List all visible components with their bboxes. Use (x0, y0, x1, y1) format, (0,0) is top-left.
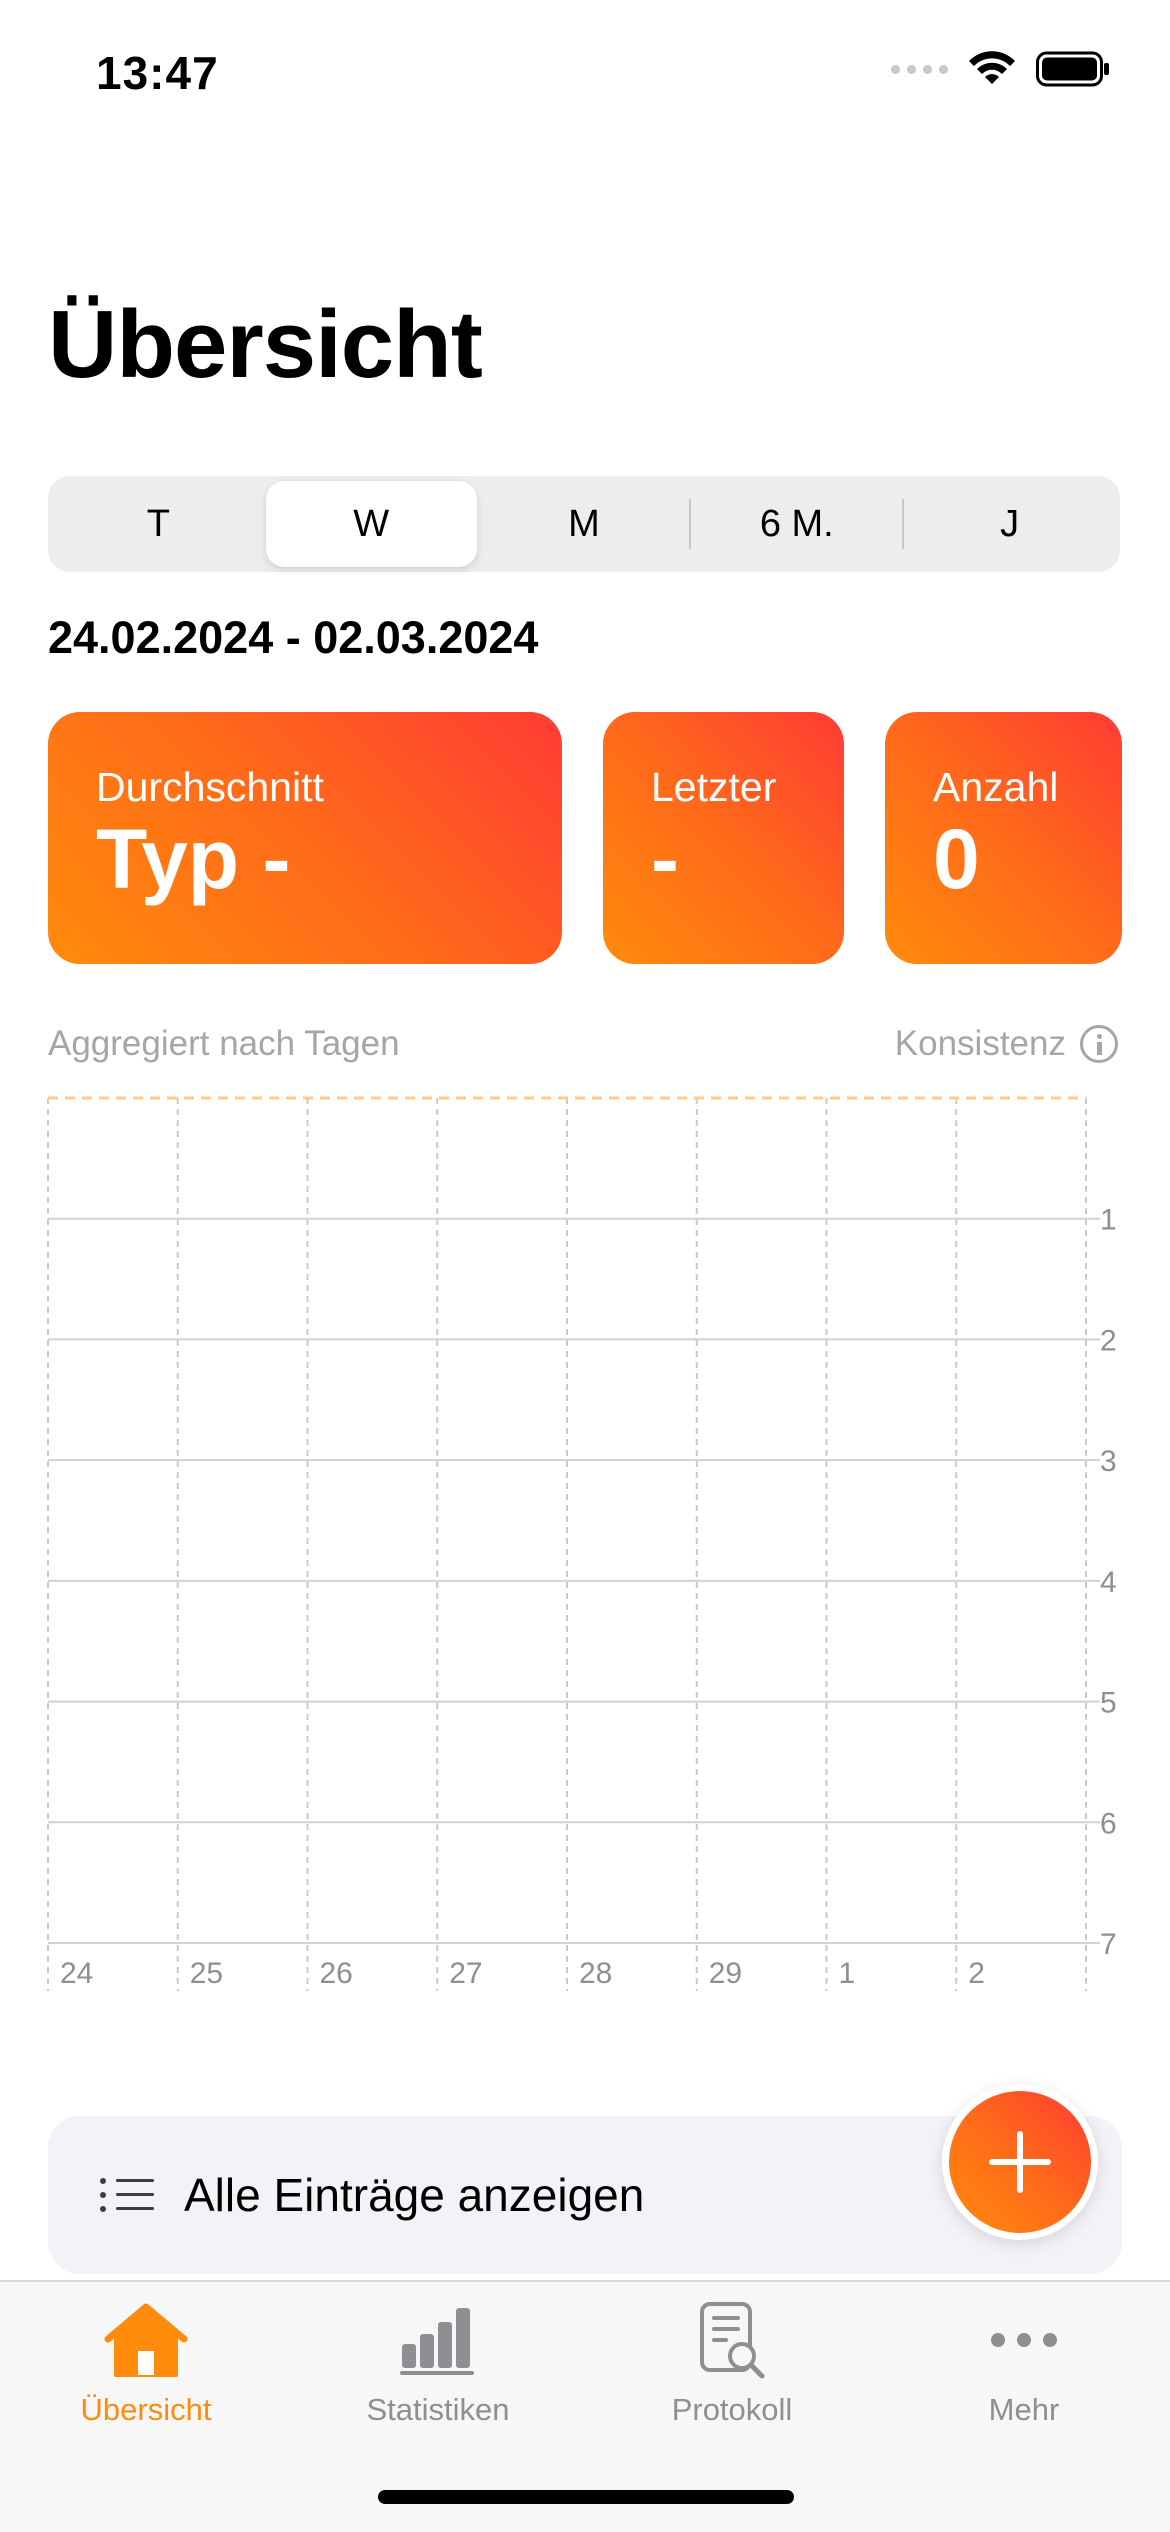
tab-statistics[interactable]: Statistiken (328, 2298, 548, 2428)
bar-chart-icon (393, 2298, 483, 2382)
tab-more[interactable]: Mehr (914, 2298, 1134, 2428)
list-icon (100, 2176, 154, 2214)
segment-six-months[interactable]: 6 M. (691, 481, 902, 567)
count-card[interactable]: Anzahl 0 (885, 712, 1122, 964)
date-range: 24.02.2024 - 02.03.2024 (48, 612, 539, 663)
plus-icon (949, 2091, 1091, 2233)
more-icon (979, 2298, 1069, 2382)
segment-label: W (353, 502, 390, 545)
segment-label: M (568, 502, 600, 545)
average-label: Durchschnitt (96, 764, 324, 810)
count-value: 0 (933, 812, 980, 906)
y-tick-label: 6 (1100, 1807, 1117, 1840)
average-value: Typ - (96, 812, 291, 906)
chart-svg: 1 2 3 4 5 6 7 24 25 26 27 28 29 1 2 (47, 1096, 1117, 1991)
tab-label: Mehr (988, 2392, 1060, 2427)
segment-label: 6 M. (759, 502, 834, 545)
y-tick-label: 5 (1100, 1687, 1117, 1720)
consistency-label: Konsistenz (894, 1024, 1066, 1063)
segment-label: T (146, 502, 170, 545)
last-entry-value: - (651, 812, 679, 906)
consistency-button[interactable]: Konsistenz (895, 1024, 1118, 1064)
last-entry-label: Letzter (651, 764, 777, 810)
x-tick-label: 24 (60, 1957, 93, 1990)
info-icon (1080, 1025, 1118, 1063)
cellular-signal-icon (891, 64, 948, 74)
status-indicators (891, 50, 1110, 88)
y-tick-label: 2 (1100, 1324, 1117, 1357)
status-time: 13:47 (96, 47, 219, 99)
segment-week[interactable]: W (265, 481, 477, 567)
average-card[interactable]: Durchschnitt Typ - (48, 712, 562, 964)
last-entry-card[interactable]: Letzter - (603, 712, 844, 964)
segment-month[interactable]: M (479, 481, 690, 567)
x-tick-label: 29 (709, 1957, 742, 1990)
chart-caption: Aggregiert nach Tagen (48, 1024, 400, 1063)
page-title: Übersicht (48, 291, 483, 398)
x-tick-label: 1 (839, 1957, 856, 1990)
segment-label: J (1000, 502, 1020, 545)
segment-day[interactable]: T (53, 481, 264, 567)
count-label: Anzahl (933, 764, 1059, 810)
y-tick-label: 3 (1100, 1445, 1117, 1478)
y-tick-label: 1 (1100, 1204, 1117, 1237)
segment-year[interactable]: J (904, 481, 1115, 567)
add-entry-button[interactable] (942, 2084, 1098, 2240)
x-tick-label: 25 (190, 1957, 223, 1990)
x-tick-label: 28 (579, 1957, 612, 1990)
y-tick-label: 7 (1100, 1928, 1117, 1961)
tab-overview[interactable]: Übersicht (36, 2298, 256, 2428)
show-all-label: Alle Einträge anzeigen (184, 2169, 645, 2221)
screen: 13:47 Übersicht T W M 6 M. J 24.02.2024 … (0, 0, 1170, 2532)
tab-label: Protokoll (671, 2392, 793, 2427)
tab-log[interactable]: Protokoll (622, 2298, 842, 2428)
wifi-icon (969, 51, 1015, 84)
house-icon (101, 2298, 191, 2382)
chart: 1 2 3 4 5 6 7 24 25 26 27 28 29 1 2 (0, 1090, 1170, 2010)
document-search-icon (687, 2298, 777, 2382)
battery-icon (1036, 51, 1109, 87)
home-indicator (378, 2490, 794, 2504)
tab-label: Statistiken (366, 2392, 510, 2427)
x-tick-label: 2 (968, 1957, 985, 1990)
x-tick-label: 26 (320, 1957, 353, 1990)
period-segmented-control: T W M 6 M. J (48, 476, 1120, 572)
tab-label: Übersicht (80, 2392, 212, 2427)
y-tick-label: 4 (1100, 1566, 1117, 1599)
x-tick-label: 27 (449, 1957, 482, 1990)
